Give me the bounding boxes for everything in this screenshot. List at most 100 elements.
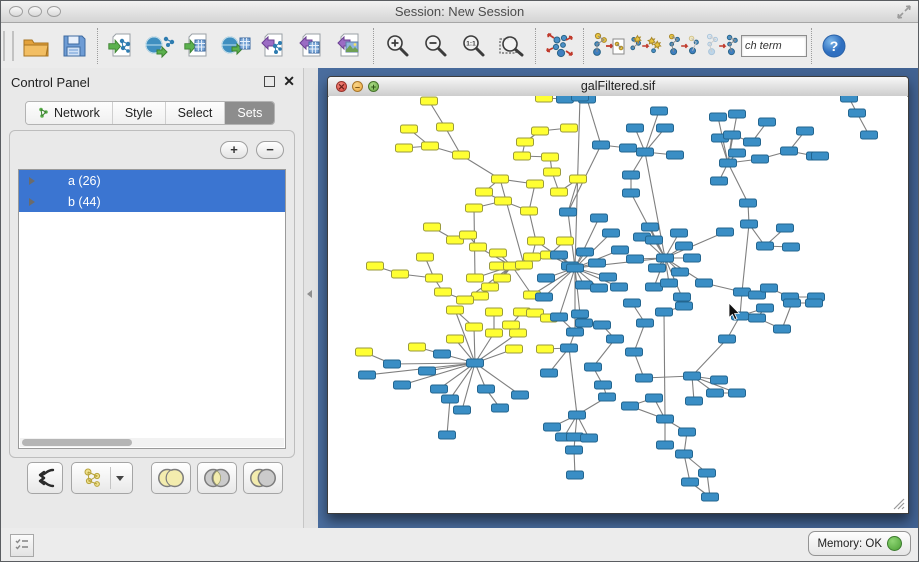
graph-node[interactable] xyxy=(517,138,534,146)
horizontal-scrollbar[interactable] xyxy=(20,438,284,447)
graph-node[interactable] xyxy=(740,199,757,207)
graph-node[interactable] xyxy=(384,360,401,368)
float-panel-button[interactable] xyxy=(264,76,275,87)
graph-node[interactable] xyxy=(514,152,531,160)
graph-node[interactable] xyxy=(577,248,594,256)
graph-node[interactable] xyxy=(649,264,666,272)
collapse-arrow-icon[interactable] xyxy=(307,290,312,298)
import-table-web-button[interactable] xyxy=(217,27,255,65)
network-view-window[interactable]: ✕ – + galFiltered.sif xyxy=(327,76,909,514)
expander-icon[interactable] xyxy=(29,198,35,206)
graph-node[interactable] xyxy=(707,389,724,397)
graph-node[interactable] xyxy=(724,131,741,139)
export-image-button[interactable] xyxy=(331,27,369,65)
tab-sets[interactable]: Sets xyxy=(225,102,274,124)
graph-node[interactable] xyxy=(591,214,608,222)
graph-node[interactable] xyxy=(729,110,746,118)
graph-node[interactable] xyxy=(503,321,520,329)
graph-node[interactable] xyxy=(656,308,673,316)
graph-node[interactable] xyxy=(676,450,693,458)
graph-node[interactable] xyxy=(661,279,678,287)
new-network-from-selection-button[interactable] xyxy=(589,27,627,65)
graph-node[interactable] xyxy=(417,253,434,261)
graph-node[interactable] xyxy=(585,363,602,371)
graph-node[interactable] xyxy=(567,264,584,272)
graph-node[interactable] xyxy=(435,288,452,296)
graph-node[interactable] xyxy=(572,310,589,318)
graph-node[interactable] xyxy=(861,131,878,139)
import-network-web-button[interactable] xyxy=(141,27,179,65)
tab-select[interactable]: Select xyxy=(166,102,226,124)
graph-node[interactable] xyxy=(576,281,593,289)
graph-node[interactable] xyxy=(595,381,612,389)
tab-style[interactable]: Style xyxy=(113,102,166,124)
scrollbar-thumb[interactable] xyxy=(22,439,132,446)
graph-node[interactable] xyxy=(561,344,578,352)
graph-node[interactable] xyxy=(431,385,448,393)
graph-node[interactable] xyxy=(623,189,640,197)
split-set-button[interactable] xyxy=(27,462,63,494)
graph-node[interactable] xyxy=(542,153,559,161)
graph-node[interactable] xyxy=(761,284,778,292)
graph-node[interactable] xyxy=(589,259,606,267)
graph-node[interactable] xyxy=(521,207,538,215)
network-window-titlebar[interactable]: ✕ – + galFiltered.sif xyxy=(328,77,908,97)
network-canvas[interactable] xyxy=(329,96,907,512)
graph-node[interactable] xyxy=(506,345,523,353)
graph-node[interactable] xyxy=(591,284,608,292)
sets-list[interactable]: a (26) b (44) xyxy=(18,169,286,449)
toolbar-drag-handle[interactable] xyxy=(3,31,14,61)
graph-node[interactable] xyxy=(797,127,814,135)
graph-node[interactable] xyxy=(421,97,438,105)
graph-node[interactable] xyxy=(394,381,411,389)
graph-node[interactable] xyxy=(711,177,728,185)
graph-node[interactable] xyxy=(841,96,858,102)
graph-node[interactable] xyxy=(752,155,769,163)
graph-node[interactable] xyxy=(679,428,696,436)
graph-node[interactable] xyxy=(476,188,493,196)
graph-node[interactable] xyxy=(447,306,464,314)
graph-node[interactable] xyxy=(524,253,541,261)
graph-node[interactable] xyxy=(627,124,644,132)
graph-node[interactable] xyxy=(806,299,823,307)
difference-sets-button[interactable] xyxy=(243,462,283,494)
graph-node[interactable] xyxy=(717,228,734,236)
window-titlebar[interactable]: Session: New Session xyxy=(1,1,918,23)
network-graph[interactable] xyxy=(329,96,907,512)
graph-node[interactable] xyxy=(657,254,674,262)
graph-node[interactable] xyxy=(532,127,549,135)
graph-node[interactable] xyxy=(759,118,776,126)
graph-node[interactable] xyxy=(460,231,477,239)
graph-node[interactable] xyxy=(784,299,801,307)
graph-node[interactable] xyxy=(599,393,616,401)
graph-node[interactable] xyxy=(527,180,544,188)
graph-node[interactable] xyxy=(466,323,483,331)
graph-node[interactable] xyxy=(642,223,659,231)
graph-node[interactable] xyxy=(637,319,654,327)
graph-node[interactable] xyxy=(627,255,644,263)
graph-node[interactable] xyxy=(454,406,471,414)
graph-node[interactable] xyxy=(486,308,503,316)
graph-node[interactable] xyxy=(528,237,545,245)
graph-node[interactable] xyxy=(572,96,589,101)
export-network-button[interactable] xyxy=(255,27,293,65)
graph-node[interactable] xyxy=(419,367,436,375)
export-table-button[interactable] xyxy=(293,27,331,65)
graph-node[interactable] xyxy=(729,389,746,397)
graph-node[interactable] xyxy=(516,261,533,269)
graph-node[interactable] xyxy=(551,313,568,321)
graph-node[interactable] xyxy=(392,270,409,278)
graph-node[interactable] xyxy=(537,345,554,353)
graph-node[interactable] xyxy=(849,109,866,117)
graph-node[interactable] xyxy=(636,374,653,382)
graph-node[interactable] xyxy=(684,254,701,262)
select-first-neighbors-button[interactable] xyxy=(627,27,665,65)
graph-node[interactable] xyxy=(494,274,511,282)
close-panel-button[interactable]: ✕ xyxy=(283,73,295,90)
expander-icon[interactable] xyxy=(29,177,35,185)
graph-node[interactable] xyxy=(623,171,640,179)
graph-node[interactable] xyxy=(467,359,484,367)
graph-node[interactable] xyxy=(434,350,451,358)
save-session-button[interactable] xyxy=(55,27,93,65)
open-file-button[interactable] xyxy=(17,27,55,65)
